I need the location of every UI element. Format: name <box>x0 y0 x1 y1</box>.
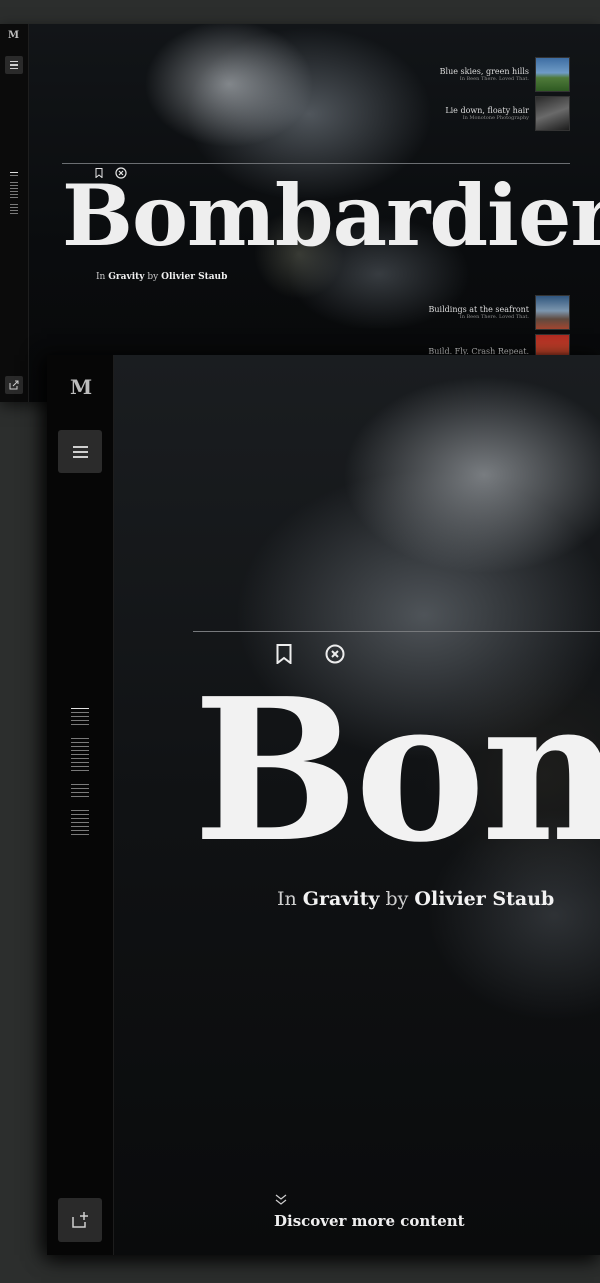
share-button[interactable] <box>5 376 23 394</box>
related-post[interactable]: Lie down, floaty hair In Monotone Photog… <box>445 96 570 131</box>
byline-by: by <box>385 888 409 910</box>
related-meta: In Monotone Photography <box>462 115 529 121</box>
toc-section[interactable] <box>10 204 18 214</box>
share-icon <box>72 1212 88 1228</box>
logo[interactable]: M <box>8 30 19 41</box>
related-meta: In Been There. Loved That. <box>459 76 529 82</box>
related-title: Lie down, floaty hair <box>445 106 529 115</box>
toc-section[interactable] <box>10 172 18 176</box>
discover-more-link[interactable]: Discover more content <box>274 1193 474 1230</box>
hamburger-icon <box>10 60 18 70</box>
hamburger-icon <box>72 445 88 458</box>
chevron-down-icon <box>275 1194 287 1205</box>
author-link[interactable]: Olivier Staub <box>161 272 227 282</box>
title-divider <box>62 163 570 164</box>
article-byline: In Gravity by Olivier Staub <box>277 888 554 910</box>
toc-section[interactable] <box>71 810 89 835</box>
related-thumbnail <box>535 57 570 92</box>
article-title: Bombardier <box>62 166 600 265</box>
category-link[interactable]: Gravity <box>108 272 144 282</box>
author-link[interactable]: Olivier Staub <box>414 888 554 910</box>
related-thumbnail <box>535 96 570 131</box>
share-icon <box>9 380 19 390</box>
related-title: Buildings at the seafront <box>428 305 530 314</box>
related-post[interactable]: Buildings at the seafront In Been There.… <box>428 295 570 330</box>
menu-button[interactable] <box>5 56 23 74</box>
sidebar: M <box>47 355 114 1255</box>
large-article-window: M Bom In Gravity by Olivier Staub Discov… <box>47 355 600 1255</box>
byline-prefix: In <box>96 272 106 282</box>
share-button[interactable] <box>58 1198 102 1242</box>
related-meta: In Been There. Loved That. <box>459 314 529 320</box>
toc-section[interactable] <box>71 708 89 725</box>
related-title: Blue skies, green hills <box>439 67 529 76</box>
byline-prefix: In <box>277 888 297 910</box>
table-of-contents[interactable] <box>10 172 18 220</box>
discover-label: Discover more content <box>274 1212 465 1230</box>
article-byline: In Gravity by Olivier Staub <box>96 272 227 282</box>
toc-section[interactable] <box>71 784 89 797</box>
category-link[interactable]: Gravity <box>303 888 380 910</box>
small-article-window: M Bombardier In Gravity by Olivier Staub… <box>0 24 600 402</box>
table-of-contents[interactable] <box>71 708 89 848</box>
related-thumbnail <box>535 295 570 330</box>
related-post[interactable]: Blue skies, green hills In Been There. L… <box>440 57 570 92</box>
sidebar: M <box>0 24 29 402</box>
logo[interactable]: M <box>70 375 92 399</box>
toc-section[interactable] <box>10 182 18 198</box>
toc-section[interactable] <box>71 738 89 771</box>
article-title: Bombardier <box>193 656 600 886</box>
byline-by: by <box>147 272 159 282</box>
menu-button[interactable] <box>58 430 102 473</box>
title-divider <box>193 631 600 632</box>
